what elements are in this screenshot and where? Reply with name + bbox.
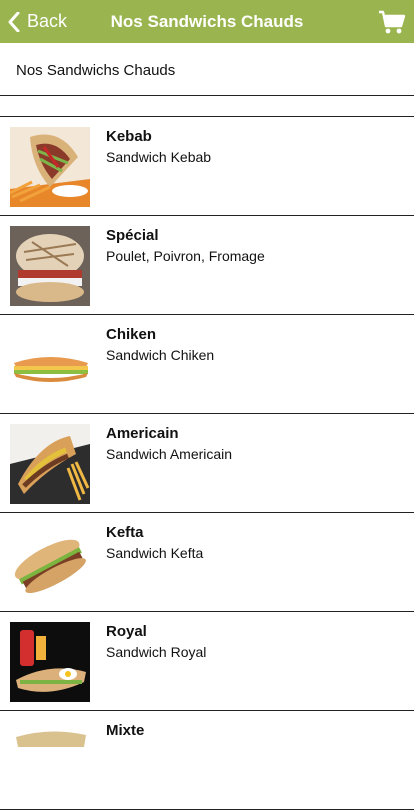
section-title: Nos Sandwichs Chauds <box>16 62 176 79</box>
item-description: Sandwich Kefta <box>106 545 204 561</box>
kefta-photo <box>10 523 90 603</box>
list-item[interactable]: Royal Sandwich Royal <box>0 612 414 711</box>
list-item[interactable]: Americain Sandwich Americain <box>0 414 414 513</box>
royal-menu-photo <box>10 622 90 702</box>
kebab-photo <box>10 127 90 207</box>
sandwich-list: Kebab Sandwich Kebab Spécial Poulet, Poi… <box>0 116 414 810</box>
chicken-sub-photo <box>10 325 90 405</box>
item-name: Spécial <box>106 227 159 244</box>
item-description: Sandwich Royal <box>106 644 207 660</box>
item-name: Kefta <box>106 524 144 541</box>
item-name: Chiken <box>106 326 157 343</box>
list-item[interactable]: Mixte <box>0 711 414 810</box>
item-description: Sandwich Kebab <box>106 149 212 165</box>
cart-icon[interactable] <box>378 8 406 36</box>
section-header: Nos Sandwichs Chauds <box>0 43 414 96</box>
back-button[interactable]: Back <box>8 0 67 43</box>
americain-photo <box>10 424 90 504</box>
item-description: Poulet, Poivron, Fromage <box>106 248 265 264</box>
chevron-left-icon <box>8 11 20 32</box>
item-name: Mixte <box>106 722 145 739</box>
list-item[interactable]: Kebab Sandwich Kebab <box>0 117 414 216</box>
back-label: Back <box>27 11 68 31</box>
item-description: Sandwich Americain <box>106 446 233 462</box>
mixte-photo <box>10 721 90 801</box>
item-name: Americain <box>106 425 179 442</box>
list-item[interactable]: Chiken Sandwich Chiken <box>0 315 414 414</box>
list-item[interactable]: Kefta Sandwich Kefta <box>0 513 414 612</box>
list-item[interactable]: Spécial Poulet, Poivron, Fromage <box>0 216 414 315</box>
item-description: Sandwich Chiken <box>106 347 215 363</box>
item-name: Kebab <box>106 128 152 145</box>
navigation-bar: Back Nos Sandwichs Chauds <box>0 0 414 43</box>
special-burger-photo <box>10 226 90 306</box>
item-name: Royal <box>106 623 147 640</box>
